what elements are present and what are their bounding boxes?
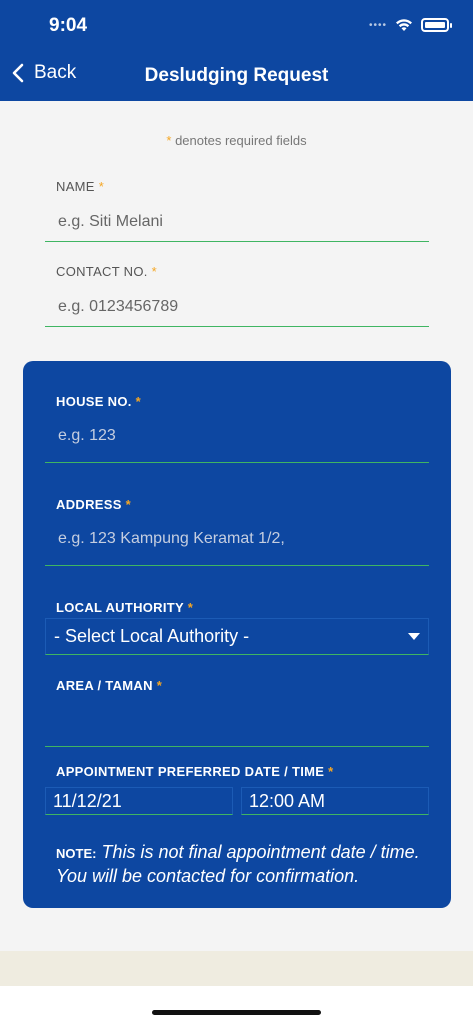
name-field-group: NAME *: [45, 179, 429, 242]
local-authority-field-group: LOCAL AUTHORITY * - Select Local Authori…: [45, 600, 429, 655]
note-label: NOTE:: [56, 846, 97, 861]
wifi-icon: [396, 19, 412, 31]
appointment-note: NOTE: This is not final appointment date…: [56, 841, 436, 887]
home-indicator[interactable]: [152, 1010, 321, 1015]
signal-dots-icon: ••••: [368, 19, 387, 31]
address-label: ADDRESS *: [56, 497, 131, 512]
required-fields-note: * denotes required fields: [0, 133, 473, 148]
page-title: Desludging Request: [144, 65, 329, 86]
note-text: This is not final appointment date / tim…: [56, 842, 420, 886]
date-value: 11/12/21: [53, 790, 122, 811]
appointment-label: APPOINTMENT PREFERRED DATE / TIME *: [56, 764, 334, 779]
contact-label: CONTACT NO. *: [56, 264, 157, 279]
local-authority-value: - Select Local Authority -: [54, 626, 250, 646]
address-field-group: ADDRESS *: [45, 497, 429, 566]
contact-field-group: CONTACT NO. *: [45, 264, 429, 327]
contact-input[interactable]: [45, 287, 429, 327]
appointment-datetime: 11/12/21 12:00 AM: [45, 787, 429, 815]
battery-icon: [421, 18, 452, 32]
area-input[interactable]: [45, 693, 429, 747]
time-value: 12:00 AM: [249, 790, 326, 811]
required-note-text: denotes required fields: [171, 133, 307, 148]
status-icons: ••••: [368, 18, 452, 32]
home-area: [0, 986, 473, 1024]
area-field-group: AREA / TAMAN *: [45, 678, 429, 747]
time-picker[interactable]: 12:00 AM: [241, 787, 429, 815]
house-input[interactable]: [45, 409, 429, 463]
appointment-field-group: APPOINTMENT PREFERRED DATE / TIME * 11/1…: [45, 764, 429, 815]
date-picker[interactable]: 11/12/21: [45, 787, 233, 815]
footer-band: [0, 951, 473, 986]
name-label: NAME *: [56, 179, 105, 194]
status-time: 9:04: [49, 15, 88, 36]
house-field-group: HOUSE NO. *: [45, 394, 429, 463]
name-input[interactable]: [45, 202, 429, 242]
caret-down-icon: [408, 633, 420, 640]
address-input[interactable]: [45, 512, 429, 566]
area-label: AREA / TAMAN *: [56, 678, 163, 693]
app-header: 9:04 •••• Back Desludging Request: [0, 0, 473, 101]
local-authority-label: LOCAL AUTHORITY *: [56, 600, 194, 615]
address-card: HOUSE NO. * ADDRESS * LOCAL AUTHORITY * …: [23, 361, 451, 908]
house-label: HOUSE NO. *: [56, 394, 141, 409]
local-authority-select[interactable]: - Select Local Authority -: [45, 618, 429, 655]
